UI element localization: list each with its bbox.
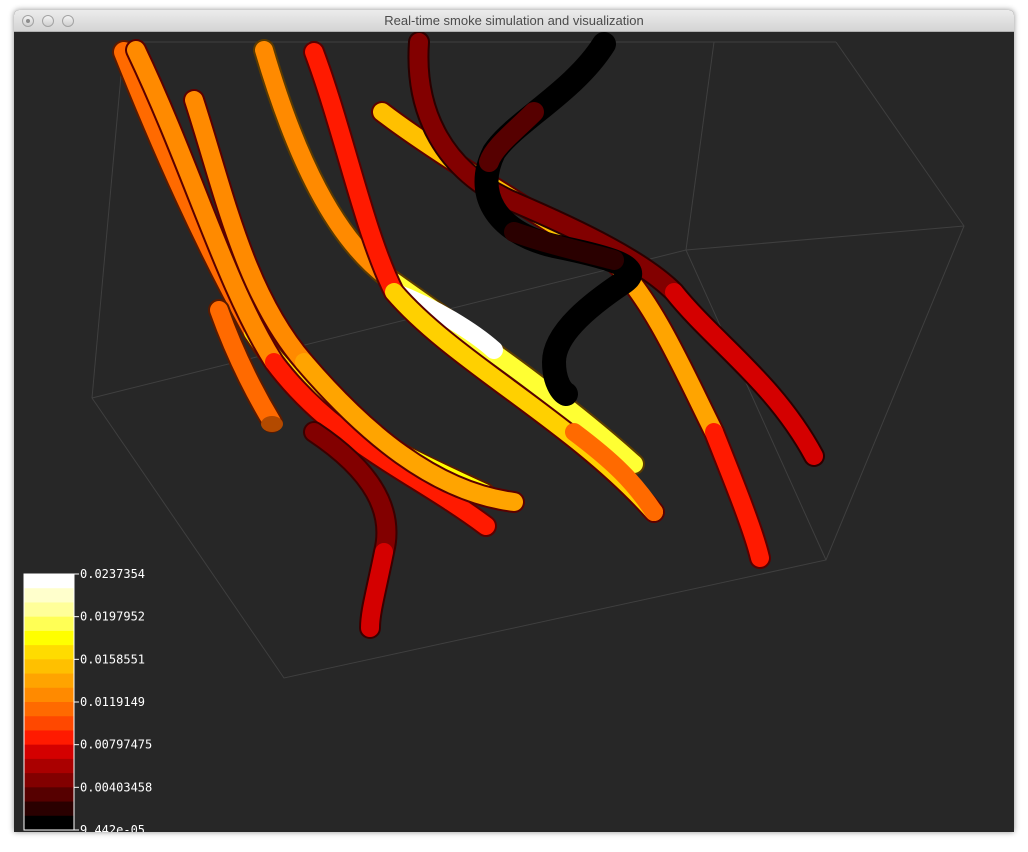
legend-color-band — [24, 773, 74, 788]
legend-tick-label: 0.0197952 — [80, 610, 145, 624]
legend-color-band — [24, 787, 74, 803]
legend-color-band — [24, 588, 74, 603]
legend-color-band — [24, 730, 74, 746]
legend-color-band — [24, 645, 74, 660]
legend-tick-label: 0.00797475 — [80, 738, 152, 752]
app-window: Real-time smoke simulation and visualiza… — [14, 10, 1014, 832]
legend-color-band — [24, 716, 74, 731]
legend-color-band — [24, 744, 74, 760]
legend-tick-label: 0.0237354 — [80, 567, 145, 581]
legend-color-band — [24, 616, 74, 632]
legend-color-band — [24, 602, 74, 618]
legend-color-band — [24, 574, 74, 589]
legend-color-band — [24, 630, 74, 646]
streamlines — [112, 32, 825, 639]
legend-color-band — [24, 758, 74, 774]
legend-color-band — [24, 815, 74, 831]
legend-tick-label: 0.0158551 — [80, 652, 145, 666]
legend-color-band — [24, 659, 74, 675]
legend-tick-label: 9.442e-05 — [80, 823, 145, 832]
legend-tick-label: 0.00403458 — [80, 780, 152, 794]
legend-color-band — [24, 702, 74, 717]
visualization-viewport[interactable]: 0.0237354 0.0197952 0.0158551 0.0119149 0.00… — [14, 32, 1014, 832]
legend-color-band — [24, 801, 74, 817]
legend-color-band — [24, 687, 74, 703]
title-bar[interactable]: Real-time smoke simulation and visualiza… — [14, 10, 1014, 32]
window-title: Real-time smoke simulation and visualiza… — [384, 13, 644, 28]
scene-canvas[interactable]: 0.0237354 0.0197952 0.0158551 0.0119149 0.00… — [14, 32, 1014, 832]
legend-tick-label: 0.0119149 — [80, 695, 145, 709]
legend-color-band — [24, 673, 74, 689]
